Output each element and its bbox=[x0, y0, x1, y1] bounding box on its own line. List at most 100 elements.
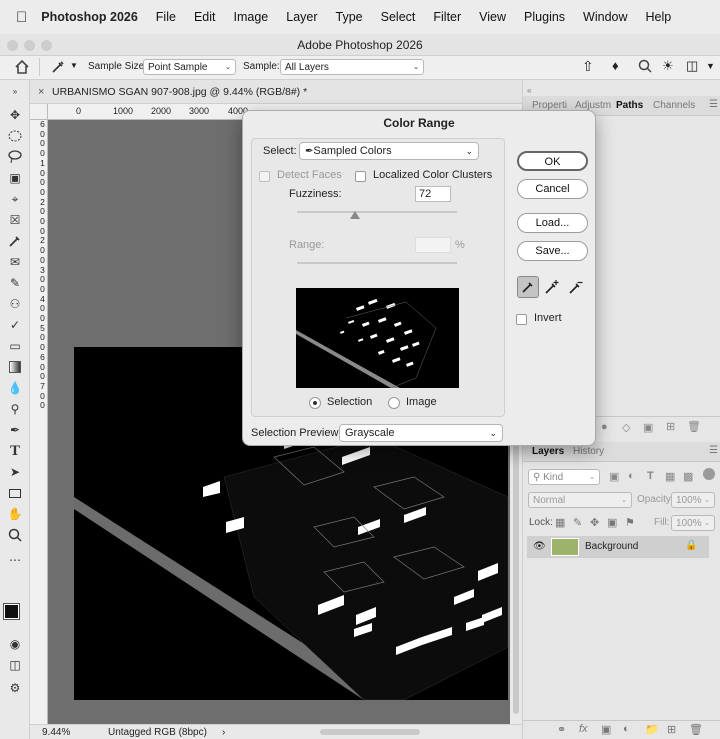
quick-mask-icon[interactable]: ◉ bbox=[6, 635, 24, 653]
eyedropper-tool-icon[interactable] bbox=[50, 59, 66, 78]
layer-row[interactable]: 👁 Background 🔒 bbox=[527, 536, 709, 558]
tab-channels[interactable]: Channels bbox=[653, 100, 695, 111]
eyedropper-tool-icon[interactable] bbox=[6, 232, 24, 250]
search-icon[interactable] bbox=[638, 59, 652, 76]
collapse-toolbox-icon[interactable]: » bbox=[6, 82, 24, 100]
sample-size-select[interactable]: Point Sample ⌄ bbox=[143, 59, 236, 75]
new-path-icon[interactable]: ⊞ bbox=[666, 420, 675, 433]
more-tools-icon[interactable]: ⋯ bbox=[6, 551, 24, 569]
selection-preview-image[interactable] bbox=[296, 288, 459, 388]
filter-adjustment-icon[interactable]: ◐ bbox=[628, 470, 635, 482]
dodge-tool-icon[interactable]: ⚲ bbox=[6, 400, 24, 418]
menu-select[interactable]: Select bbox=[381, 10, 416, 24]
horizontal-scrollbar[interactable] bbox=[320, 729, 420, 735]
chevron-down-icon[interactable]: ▼ bbox=[70, 61, 78, 70]
bell-icon[interactable]: ♦ bbox=[612, 58, 619, 73]
zoom-level[interactable]: 9.44% bbox=[42, 725, 70, 739]
panel-menu-icon[interactable]: ☰ bbox=[709, 99, 718, 110]
blur-tool-icon[interactable]: 💧 bbox=[6, 379, 24, 397]
hand-tool-icon[interactable]: ✋ bbox=[6, 505, 24, 523]
lock-position-icon[interactable]: ✥ bbox=[590, 516, 599, 529]
fuzziness-slider-thumb[interactable] bbox=[349, 211, 360, 219]
healing-brush-tool-icon[interactable]: ✉ bbox=[6, 253, 24, 271]
zoom-window-button[interactable] bbox=[41, 40, 52, 51]
fill-input[interactable]: 100% ⌄ bbox=[671, 515, 715, 531]
lock-artboard-icon[interactable]: ▣ bbox=[607, 516, 617, 529]
menu-layer[interactable]: Layer bbox=[286, 10, 317, 24]
eyedropper-icon[interactable] bbox=[517, 276, 539, 298]
marquee-tool-icon[interactable] bbox=[6, 127, 24, 145]
filter-type-icon[interactable]: T bbox=[647, 470, 654, 482]
object-selection-tool-icon[interactable]: ▣ bbox=[6, 169, 24, 187]
close-tab-icon[interactable]: × bbox=[38, 80, 44, 104]
pen-tool-icon[interactable]: ✒ bbox=[6, 421, 24, 439]
tab-paths[interactable]: Paths bbox=[616, 100, 643, 111]
filter-smart-object-icon[interactable]: ▩ bbox=[683, 470, 693, 483]
share-icon[interactable]: ⇧ bbox=[582, 58, 594, 75]
filter-shape-icon[interactable]: ▦ bbox=[665, 470, 675, 483]
new-group-icon[interactable]: 📁 bbox=[645, 723, 659, 736]
gradient-tool-icon[interactable] bbox=[6, 358, 24, 376]
opacity-input[interactable]: 100% ⌄ bbox=[671, 492, 715, 508]
menu-window[interactable]: Window bbox=[583, 10, 627, 24]
move-tool-icon[interactable]: ✥ bbox=[6, 106, 24, 124]
filter-kind-select[interactable]: ⚲ Kind ⌄ bbox=[528, 469, 600, 485]
subtract-from-sample-eyedropper-icon[interactable] bbox=[565, 276, 587, 298]
eye-icon[interactable]: 👁 bbox=[533, 541, 546, 552]
path-selection-tool-icon[interactable]: ➤ bbox=[6, 463, 24, 481]
link-layers-icon[interactable]: ⚭ bbox=[557, 723, 566, 736]
trash-icon[interactable]: 🗑 bbox=[687, 420, 701, 433]
document-tab[interactable]: × URBANISMO SGAN 907-908.jpg @ 9.44% (RG… bbox=[30, 80, 522, 104]
collapse-panels-icon[interactable]: « bbox=[527, 86, 531, 95]
workspace-icon[interactable]: ◫ bbox=[686, 58, 698, 74]
foreground-color-swatch[interactable] bbox=[3, 603, 20, 620]
trash-icon[interactable]: 🗑 bbox=[689, 723, 703, 736]
load-path-selection-icon[interactable]: ◇ bbox=[622, 421, 630, 434]
edit-toolbar-icon[interactable]: ⚙ bbox=[6, 679, 24, 697]
brush-tool-icon[interactable]: ✎ bbox=[6, 274, 24, 292]
panel-menu-icon[interactable]: ☰ bbox=[709, 445, 718, 456]
fill-path-icon[interactable]: ● bbox=[601, 421, 608, 433]
clone-stamp-tool-icon[interactable]: ⚇ bbox=[6, 295, 24, 313]
lock-pixels-icon[interactable]: ▦ bbox=[555, 516, 565, 529]
menu-file[interactable]: File bbox=[156, 10, 176, 24]
frame-tool-icon[interactable]: ☒ bbox=[6, 211, 24, 229]
add-mask-icon[interactable]: ▣ bbox=[643, 421, 653, 434]
chevron-down-icon[interactable]: ▼ bbox=[706, 61, 715, 71]
history-brush-tool-icon[interactable]: ✓ bbox=[6, 316, 24, 334]
ruler-origin[interactable] bbox=[30, 104, 48, 120]
menu-plugins[interactable]: Plugins bbox=[524, 10, 565, 24]
lock-image-icon[interactable]: ✎ bbox=[573, 516, 582, 529]
menu-edit[interactable]: Edit bbox=[194, 10, 216, 24]
crop-tool-icon[interactable]: ⌖ bbox=[6, 190, 24, 208]
add-to-sample-eyedropper-icon[interactable] bbox=[541, 276, 563, 298]
localized-clusters-checkbox[interactable] bbox=[355, 170, 366, 182]
selection-preview-select[interactable]: Grayscale ⌄ bbox=[339, 424, 503, 442]
sample-select[interactable]: All Layers ⌄ bbox=[280, 59, 424, 75]
blend-mode-select[interactable]: Normal ⌄ bbox=[528, 492, 632, 508]
minimize-window-button[interactable] bbox=[24, 40, 35, 51]
select-dropdown[interactable]: ✒Sampled Colors ⌄ bbox=[299, 142, 479, 160]
filter-pixel-icon[interactable]: ▣ bbox=[609, 470, 619, 483]
app-menu[interactable]: Photoshop 2026 bbox=[41, 10, 138, 24]
menu-filter[interactable]: Filter bbox=[433, 10, 461, 24]
apple-icon[interactable]:  bbox=[16, 9, 27, 26]
fuzziness-input[interactable]: 72 bbox=[415, 186, 451, 202]
image-radio[interactable] bbox=[388, 397, 400, 410]
load-button[interactable]: Load... bbox=[517, 213, 588, 233]
invert-checkbox[interactable] bbox=[516, 313, 527, 325]
cancel-button[interactable]: Cancel bbox=[517, 179, 588, 199]
close-window-button[interactable] bbox=[7, 40, 18, 51]
ok-button[interactable]: OK bbox=[517, 151, 588, 171]
fx-icon[interactable]: fx bbox=[579, 723, 588, 735]
lasso-tool-icon[interactable] bbox=[6, 148, 24, 166]
add-mask-icon[interactable]: ▣ bbox=[601, 723, 611, 736]
selection-radio[interactable] bbox=[309, 397, 321, 410]
lock-all-icon[interactable]: ⚑ bbox=[625, 516, 635, 529]
chevron-right-icon[interactable]: › bbox=[222, 725, 225, 739]
filter-toggle[interactable] bbox=[703, 468, 715, 480]
new-layer-icon[interactable]: ⊞ bbox=[667, 723, 676, 736]
eraser-tool-icon[interactable]: ▭ bbox=[6, 337, 24, 355]
type-tool-icon[interactable]: T bbox=[6, 442, 24, 460]
tab-layers[interactable]: Layers bbox=[532, 446, 564, 457]
